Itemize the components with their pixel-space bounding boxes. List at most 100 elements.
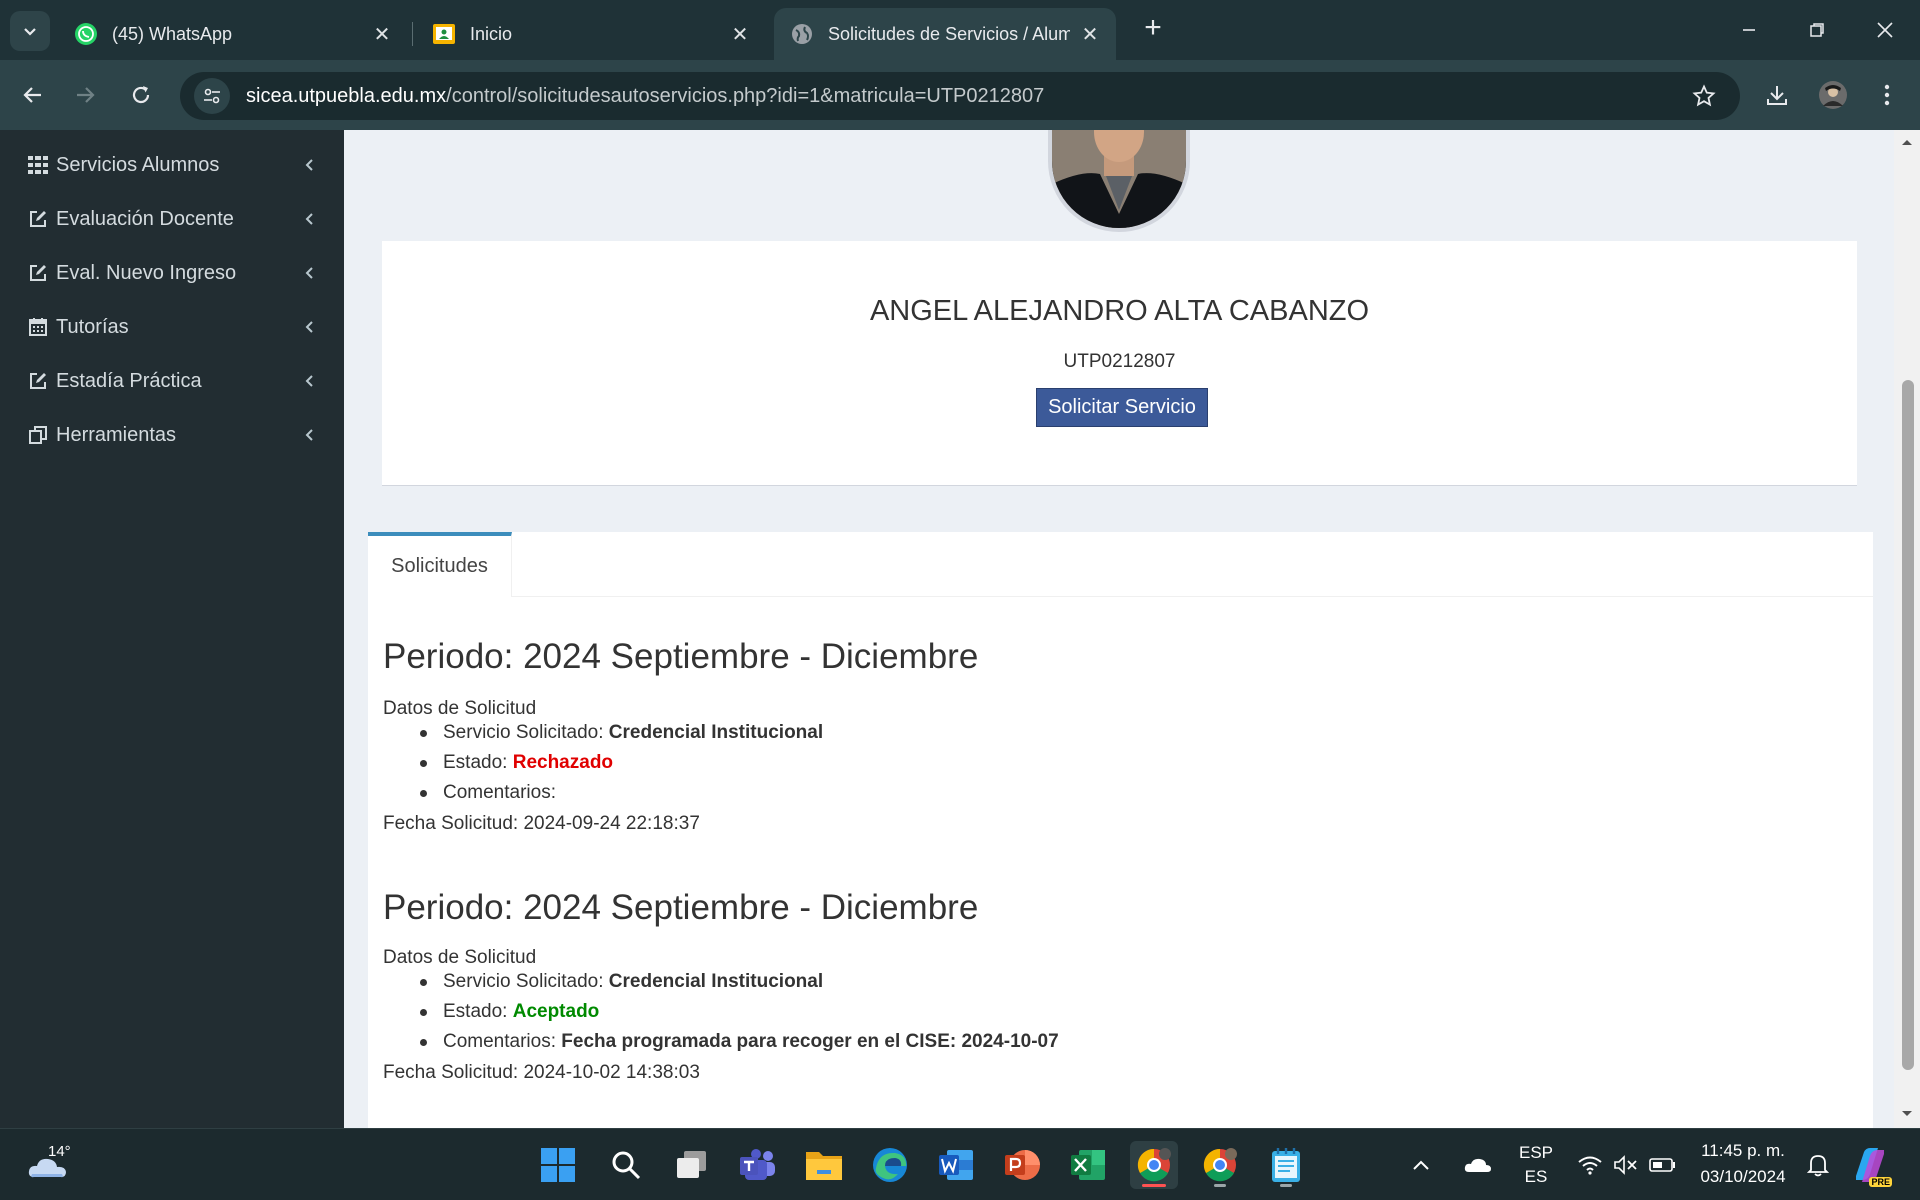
- browser-toolbar: sicea.utpuebla.edu.mx/control/solicitude…: [0, 60, 1920, 130]
- task-view-button[interactable]: [668, 1141, 716, 1189]
- weather-temperature: 14°: [48, 1143, 71, 1160]
- arrow-left-icon: [23, 87, 41, 103]
- chevron-left-icon: [305, 159, 313, 171]
- teams-app[interactable]: [734, 1141, 782, 1189]
- tab-title: (45) WhatsApp: [112, 23, 233, 44]
- restore-button[interactable]: [1794, 12, 1840, 48]
- close-icon[interactable]: ✕: [730, 22, 750, 47]
- close-icon: [1877, 22, 1893, 38]
- service-label: Servicio Solicitado:: [443, 722, 609, 743]
- tab-solicitudes[interactable]: Solicitudes de Servicios / Alumn ✕: [774, 8, 1116, 60]
- main-content: ANGEL ALEJANDRO ALTA CABANZO UTP0212807 …: [344, 130, 1894, 1128]
- chevron-left-icon: [305, 429, 313, 441]
- chevron-down-icon: [24, 28, 36, 36]
- edit-icon: [26, 261, 50, 285]
- running-indicator: [1280, 1184, 1292, 1187]
- close-window-button[interactable]: [1862, 12, 1908, 48]
- minimize-button[interactable]: [1726, 12, 1772, 48]
- notifications-button[interactable]: [1802, 1141, 1834, 1189]
- teams-icon: [740, 1149, 775, 1180]
- language-indicator-top[interactable]: ESP: [1514, 1143, 1558, 1163]
- sidebar-item-label: Servicios Alumnos: [56, 153, 220, 176]
- scroll-up-arrow-icon[interactable]: [1901, 138, 1913, 146]
- language-indicator-bottom[interactable]: ES: [1514, 1167, 1558, 1187]
- clock-time[interactable]: 11:45 p. m.: [1694, 1141, 1792, 1161]
- service-value: Credencial Institucional: [608, 971, 824, 992]
- sidebar-item-herramientas[interactable]: Herramientas: [0, 410, 344, 460]
- status-label: Estado:: [443, 1001, 513, 1022]
- status-badge: Rechazado: [512, 752, 614, 773]
- tab-inicio[interactable]: Inicio ✕: [416, 8, 766, 60]
- comments-value: Fecha programada para recoger en el CISE…: [561, 1031, 1059, 1052]
- solicitudes-panel: Solicitudes Periodo: 2024 Septiembre - D…: [368, 532, 1873, 1128]
- chevron-left-icon: [305, 267, 313, 279]
- sidebar-item-label: Evaluación Docente: [56, 207, 234, 230]
- edge-app[interactable]: [866, 1141, 914, 1189]
- word-app[interactable]: [932, 1141, 980, 1189]
- sidebar-item-tutorias[interactable]: Tutorías: [0, 302, 344, 352]
- excel-app[interactable]: [1064, 1141, 1112, 1189]
- forward-button[interactable]: [64, 74, 106, 116]
- url-text[interactable]: sicea.utpuebla.edu.mx/control/solicitude…: [246, 85, 1044, 108]
- chrome-app-second[interactable]: [1196, 1141, 1244, 1189]
- comments-label: Comentarios:: [443, 782, 556, 803]
- student-id: UTP0212807: [1063, 351, 1176, 372]
- reload-button[interactable]: [120, 74, 162, 116]
- chrome-app-active[interactable]: [1130, 1141, 1178, 1189]
- clock-date[interactable]: 03/10/2024: [1694, 1167, 1792, 1187]
- scroll-down-arrow-icon[interactable]: [1901, 1110, 1913, 1118]
- student-name: ANGEL ALEJANDRO ALTA CABANZO: [869, 295, 1370, 327]
- browser-menu-button[interactable]: [1866, 74, 1908, 116]
- sidebar: Servicios Alumnos Evaluación Docente Eva…: [0, 130, 344, 1128]
- close-icon[interactable]: ✕: [1080, 22, 1100, 47]
- show-hidden-icons-button[interactable]: [1406, 1141, 1436, 1189]
- search-button[interactable]: [602, 1141, 650, 1189]
- downloads-button[interactable]: [1756, 74, 1798, 116]
- edge-icon: [873, 1148, 907, 1182]
- sidebar-item-servicios-alumnos[interactable]: Servicios Alumnos: [0, 140, 344, 190]
- list-item: Estado: Rechazado: [419, 748, 823, 778]
- tab-search-button[interactable]: [10, 11, 50, 51]
- excel-icon: [1071, 1150, 1105, 1180]
- sidebar-item-estadia-practica[interactable]: Estadía Práctica: [0, 356, 344, 406]
- site-info-button[interactable]: [194, 78, 230, 114]
- new-tab-button[interactable]: +: [1138, 13, 1168, 44]
- battery-icon: [1649, 1158, 1675, 1172]
- student-photo: [1052, 130, 1186, 228]
- bookmark-star-icon[interactable]: [1692, 84, 1716, 113]
- file-explorer-app[interactable]: [800, 1141, 848, 1189]
- profile-avatar-button[interactable]: [1812, 74, 1854, 116]
- tab-header: Solicitudes: [368, 532, 1873, 597]
- page-scrollbar[interactable]: [1894, 130, 1920, 1128]
- start-button[interactable]: [534, 1141, 582, 1189]
- comments-label: Comentarios:: [443, 1031, 562, 1052]
- volume-button[interactable]: [1612, 1141, 1640, 1189]
- back-button[interactable]: [12, 74, 54, 116]
- period-heading: Periodo: 2024 Septiembre - Diciembre: [383, 637, 979, 676]
- tab-whatsapp[interactable]: (45) WhatsApp ✕: [58, 8, 408, 60]
- sidebar-item-evaluacion-docente[interactable]: Evaluación Docente: [0, 194, 344, 244]
- sidebar-item-label: Estadía Práctica: [56, 369, 202, 392]
- download-icon: [1767, 86, 1787, 105]
- running-indicator: [1214, 1184, 1226, 1187]
- close-icon[interactable]: ✕: [372, 22, 392, 47]
- wifi-icon: [1578, 1156, 1602, 1175]
- active-indicator: [1142, 1184, 1166, 1187]
- battery-button[interactable]: [1648, 1141, 1678, 1189]
- tab-solicitudes-content[interactable]: Solicitudes: [368, 532, 512, 597]
- scrollbar-thumb[interactable]: [1902, 380, 1914, 1070]
- tab-divider: [412, 22, 413, 46]
- onedrive-button[interactable]: [1460, 1141, 1496, 1189]
- word-icon: [939, 1150, 973, 1180]
- copilot-button[interactable]: PRE: [1848, 1141, 1892, 1189]
- sidebar-item-label: Tutorías: [56, 315, 129, 338]
- edit-icon: [26, 207, 50, 231]
- sidebar-item-eval-nuevo-ingreso[interactable]: Eval. Nuevo Ingreso: [0, 248, 344, 298]
- address-bar[interactable]: sicea.utpuebla.edu.mx/control/solicitude…: [180, 72, 1740, 120]
- request-service-button[interactable]: Solicitar Servicio: [1036, 388, 1208, 427]
- copilot-badge: PRE: [1869, 1177, 1892, 1187]
- copy-icon: [26, 423, 50, 447]
- wifi-button[interactable]: [1576, 1141, 1604, 1189]
- powerpoint-app[interactable]: [998, 1141, 1046, 1189]
- notepad-app[interactable]: [1262, 1141, 1310, 1189]
